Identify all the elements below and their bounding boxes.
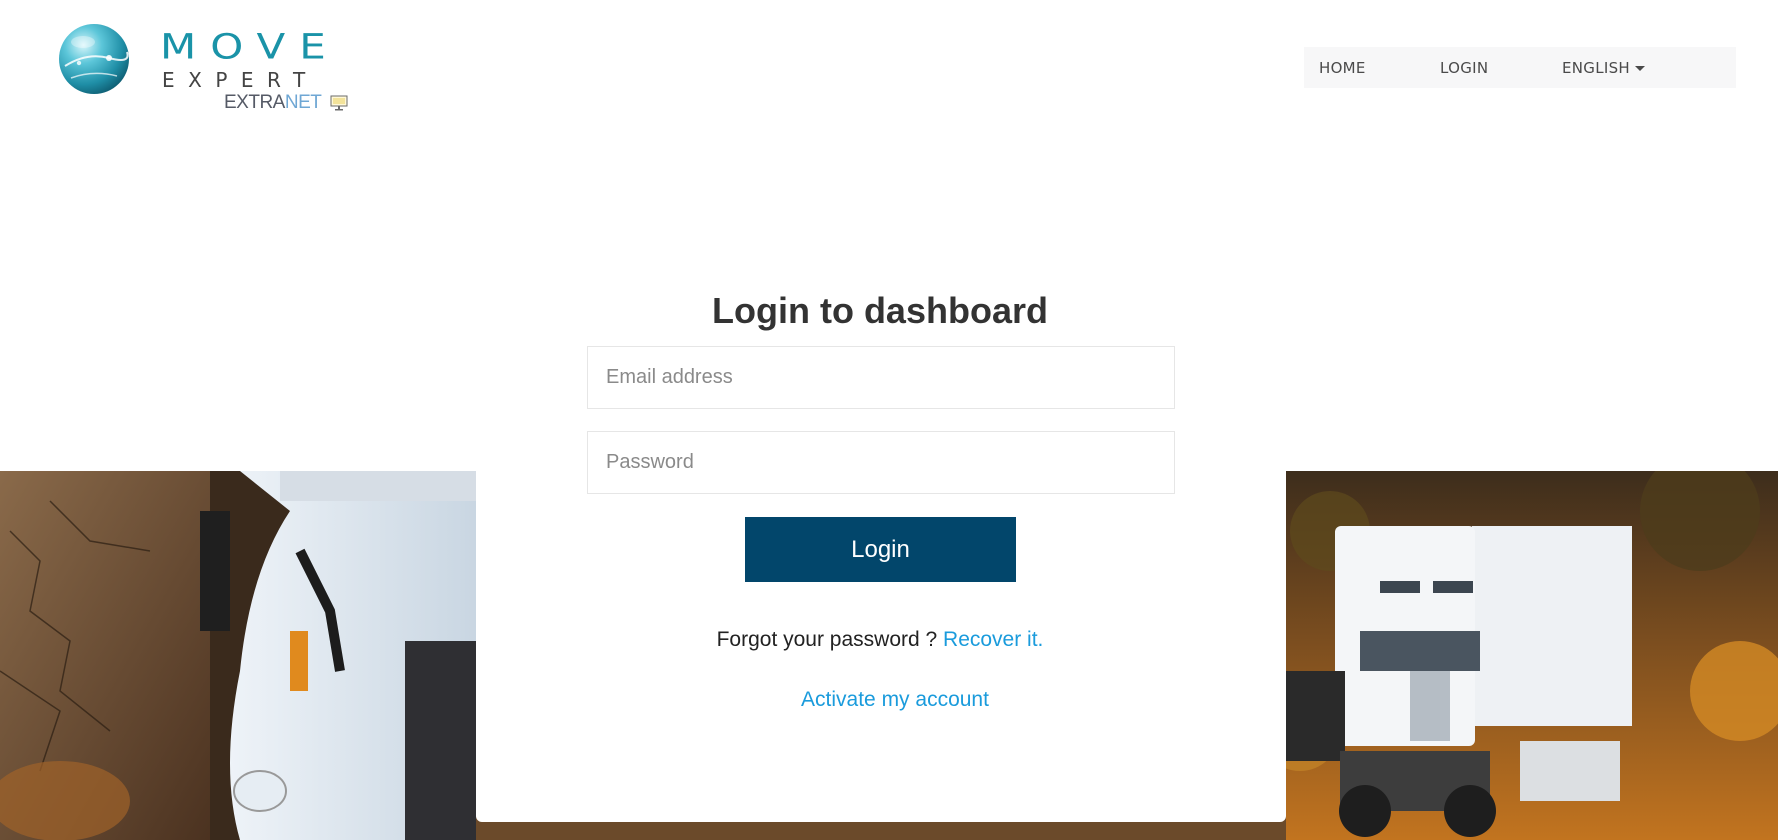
activate-account-link[interactable]: Activate my account bbox=[801, 688, 989, 711]
product-name-part2: NET bbox=[284, 92, 322, 113]
nav-item-home[interactable]: HOME bbox=[1319, 47, 1366, 88]
activate-account-row: Activate my account bbox=[0, 688, 1778, 712]
caret-down-icon bbox=[1635, 66, 1646, 71]
top-navigation: HOME LOGIN ENGLISH bbox=[1304, 47, 1736, 88]
brand-logo[interactable]: MOVE EXPERT EXTRANET bbox=[57, 20, 357, 120]
forgot-password-row: Forgot your password ? Recover it. bbox=[0, 628, 1760, 652]
login-button[interactable]: Login bbox=[745, 517, 1016, 582]
brand-name-line2: EXPERT bbox=[162, 68, 319, 92]
product-name: EXTRANET bbox=[224, 92, 322, 114]
email-field[interactable] bbox=[587, 346, 1175, 409]
page-title: Login to dashboard bbox=[712, 290, 1048, 331]
globe-logo-icon bbox=[59, 24, 129, 94]
brand-name-line1: MOVE bbox=[160, 26, 340, 67]
nav-item-login[interactable]: LOGIN bbox=[1440, 47, 1488, 88]
forgot-password-text: Forgot your password ? bbox=[716, 628, 944, 651]
password-field[interactable] bbox=[587, 431, 1175, 494]
language-selector[interactable]: ENGLISH bbox=[1562, 47, 1646, 88]
monitor-icon bbox=[330, 95, 348, 111]
language-label: ENGLISH bbox=[1562, 58, 1631, 77]
recover-password-link[interactable]: Recover it. bbox=[943, 628, 1043, 651]
product-name-part1: EXTRA bbox=[224, 92, 285, 113]
